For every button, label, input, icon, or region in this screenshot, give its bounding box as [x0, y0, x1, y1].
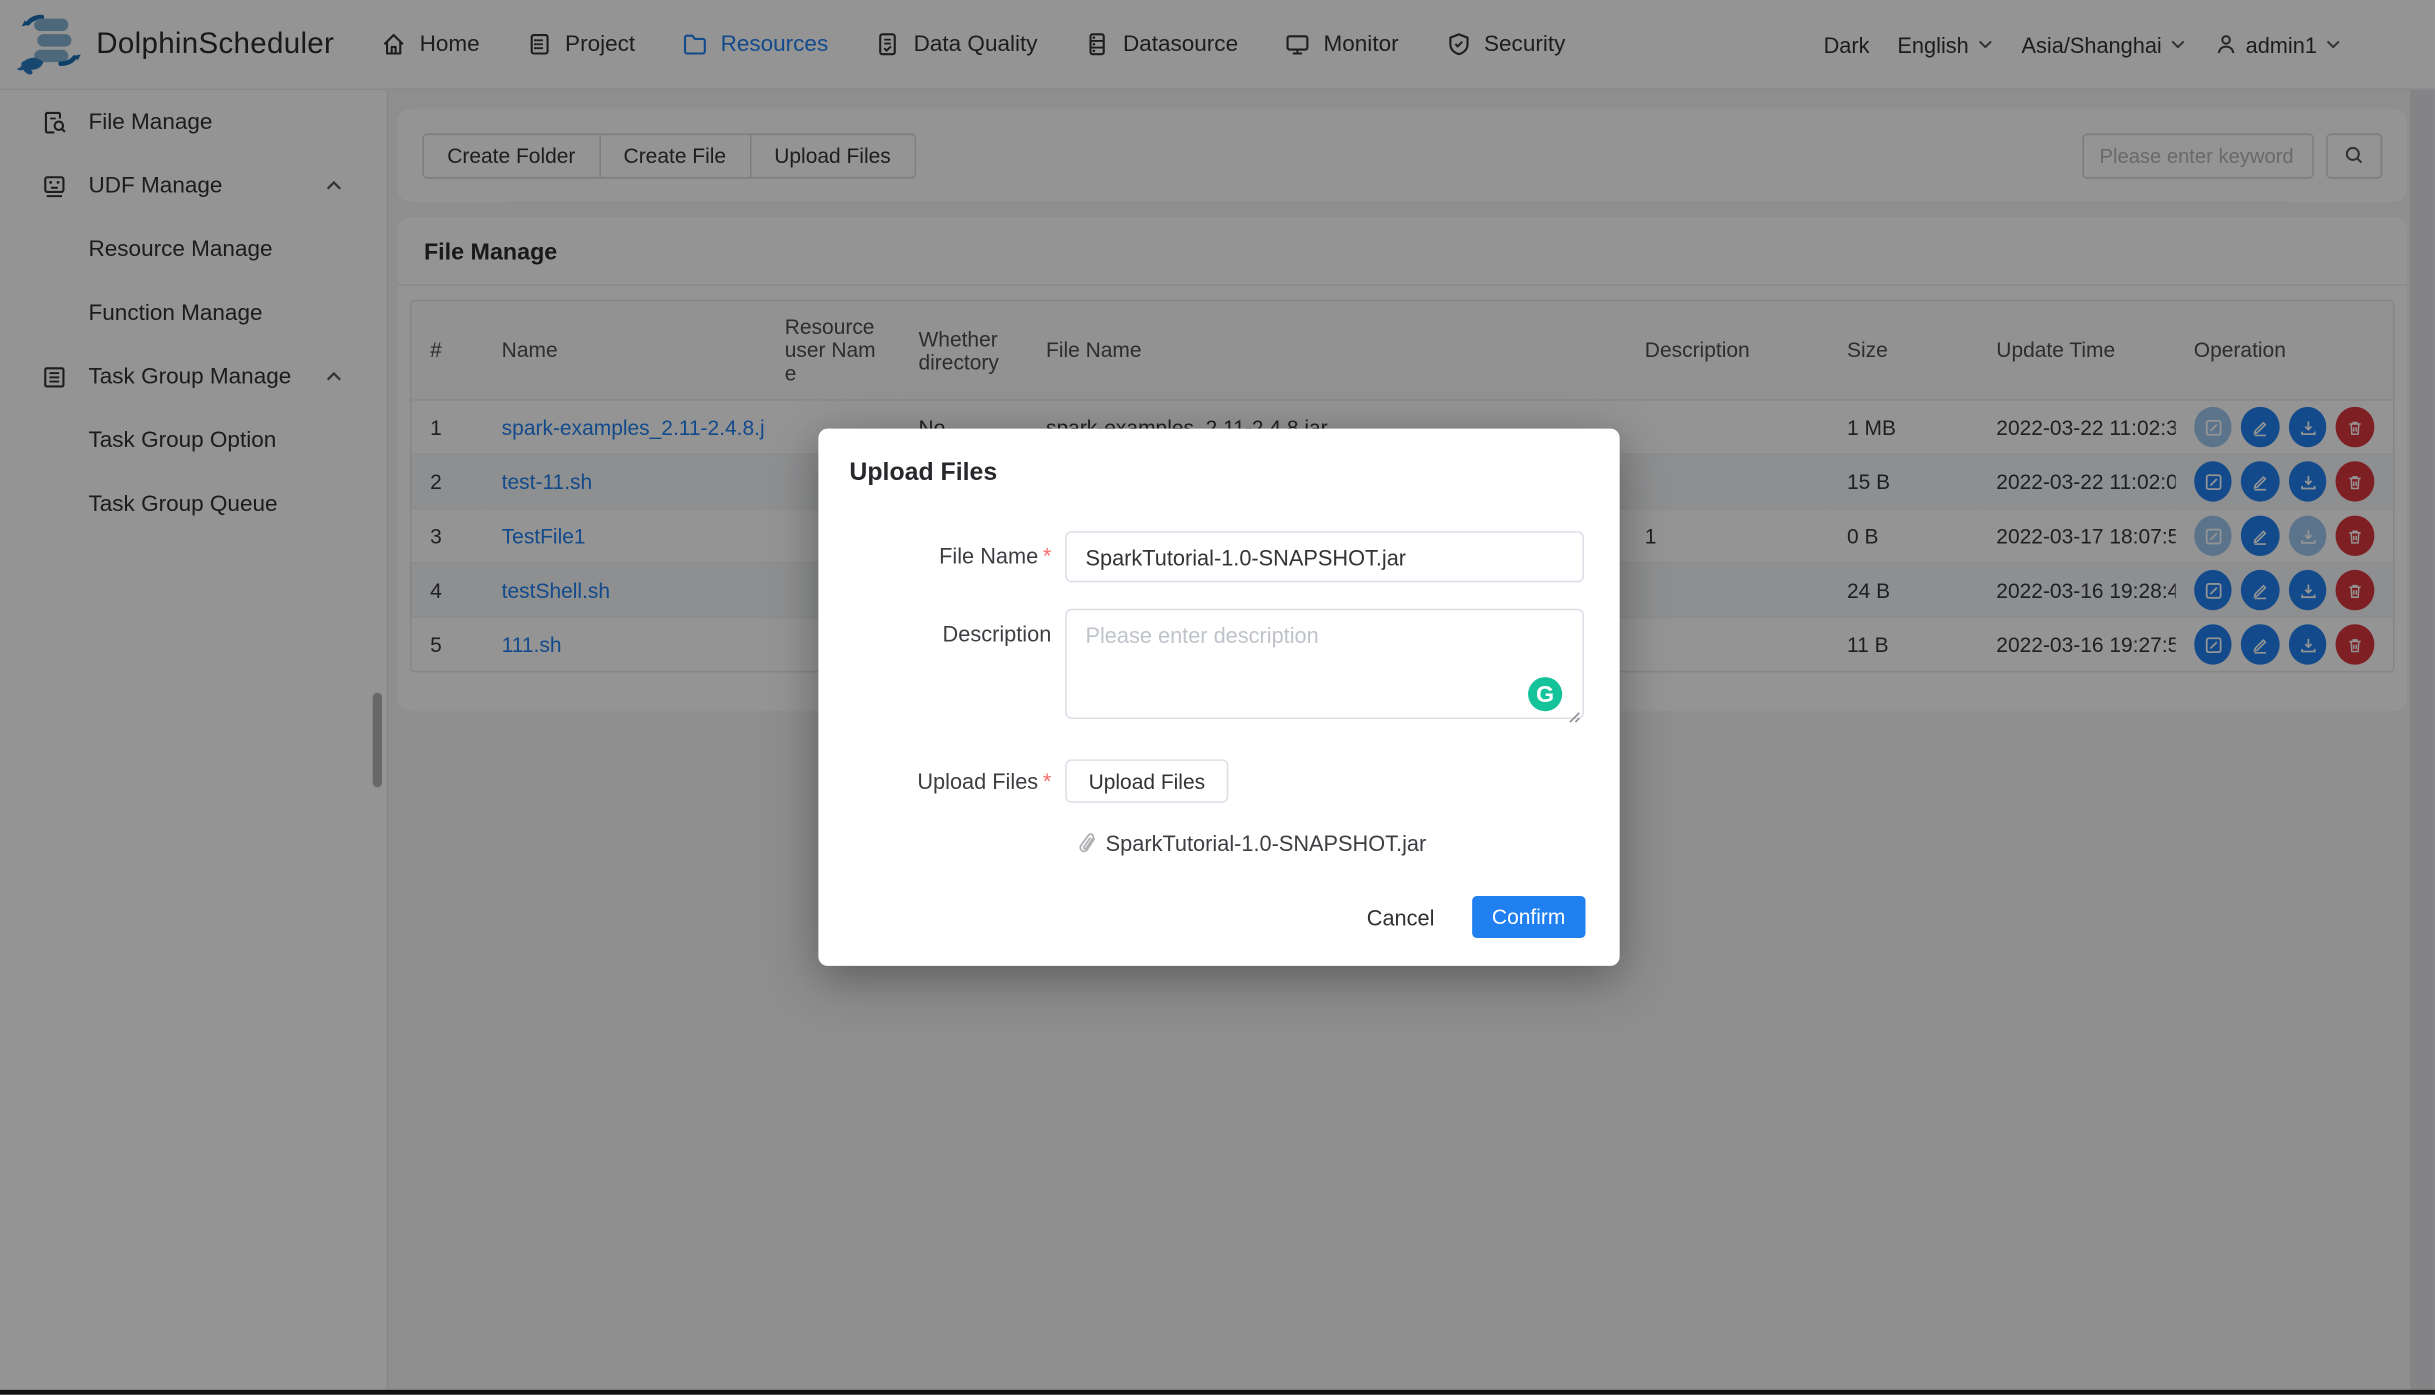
required-asterisk: *	[1043, 544, 1051, 569]
attached-file-name: SparkTutorial-1.0-SNAPSHOT.jar	[1106, 831, 1427, 856]
description-textarea[interactable]	[1065, 609, 1584, 719]
required-asterisk: *	[1043, 769, 1051, 794]
grammarly-icon[interactable]: G	[1528, 677, 1562, 711]
description-label: Description	[818, 609, 1051, 646]
upload-files-label: Upload Files*	[818, 769, 1051, 794]
confirm-button[interactable]: Confirm	[1472, 896, 1586, 938]
file-name-label: File Name*	[818, 531, 1051, 568]
attached-file[interactable]: SparkTutorial-1.0-SNAPSHOT.jar	[1078, 831, 1620, 856]
app-root: DolphinScheduler Home Project Resources	[0, 0, 2435, 1395]
upload-files-modal: Upload Files File Name* Description G	[818, 429, 1619, 966]
modal-title: Upload Files	[818, 429, 1619, 488]
textarea-resize-handle[interactable]	[1567, 710, 1581, 724]
paperclip-icon	[1078, 832, 1098, 855]
cancel-button[interactable]: Cancel	[1357, 903, 1443, 931]
file-name-input[interactable]	[1065, 531, 1584, 582]
modal-footer: Cancel Confirm	[1357, 896, 1585, 938]
modal-upload-files-button[interactable]: Upload Files	[1065, 759, 1228, 802]
